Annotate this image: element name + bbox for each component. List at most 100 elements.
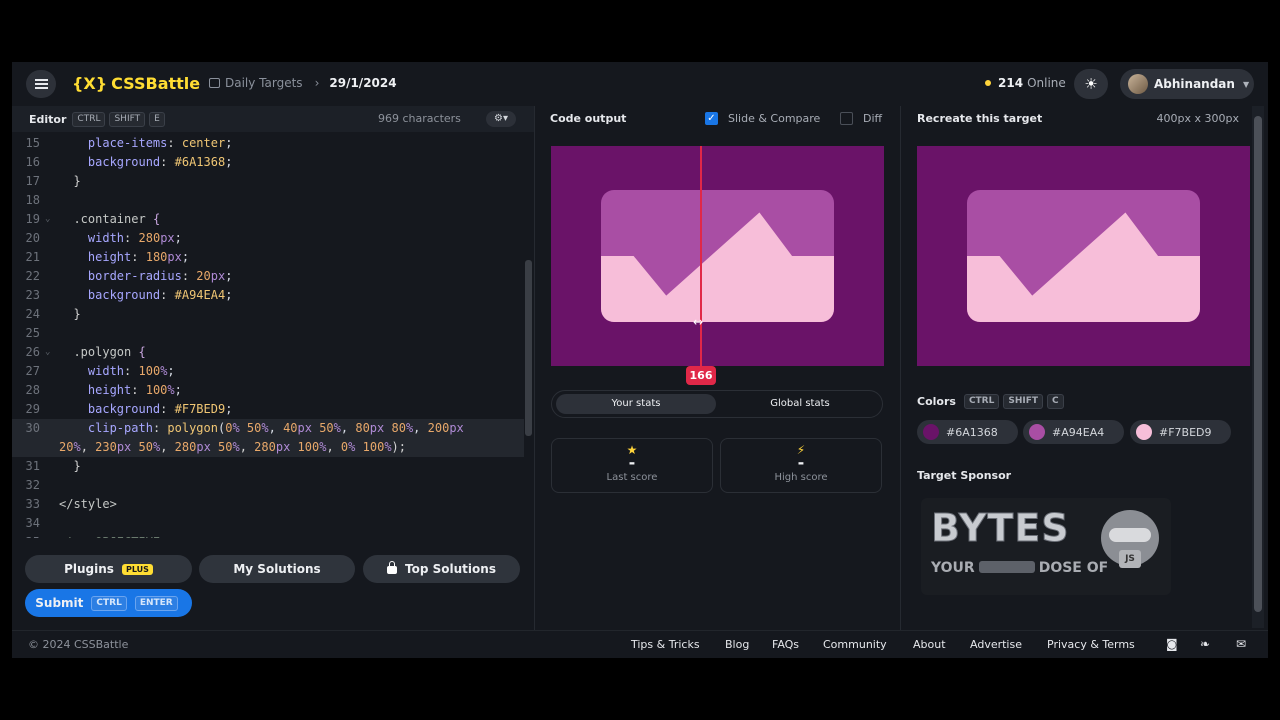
diff-label[interactable]: Diff — [863, 112, 882, 125]
code-text: place-items: center; — [87, 136, 233, 150]
online-count: 214 — [998, 76, 1024, 90]
code-line[interactable]: 19 ⌄ .container { — [12, 210, 524, 229]
panel-divider[interactable] — [534, 106, 535, 630]
line-number: 15 — [25, 136, 40, 150]
code-text: background: #F7BED9; — [87, 402, 233, 416]
color-swatch[interactable]: #6A1368 — [917, 420, 1018, 444]
online-dot-icon — [985, 80, 991, 86]
character-count: 969 characters — [378, 112, 461, 125]
stats-tabs: Your stats Global stats — [551, 390, 883, 418]
code-text: </style> — [59, 497, 117, 511]
code-line[interactable]: 33 </style> — [12, 495, 524, 514]
sponsor-tagline-part: DOSE OF — [1038, 560, 1109, 576]
slide-compare-checkbox[interactable]: ✓ — [705, 112, 718, 125]
code-line[interactable]: 35 <!-- OBJECTIVE --> — [12, 533, 524, 538]
line-number: 21 — [25, 250, 40, 264]
code-line[interactable]: 27 width: 100%; — [12, 362, 524, 381]
code-line[interactable]: 18 — [12, 191, 524, 210]
compare-slider-line[interactable] — [700, 146, 702, 368]
my-solutions-button[interactable]: My Solutions — [199, 555, 355, 583]
color-swatch[interactable]: #F7BED9 — [1130, 420, 1231, 444]
menu-button[interactable] — [26, 70, 56, 98]
line-number: 20 — [25, 231, 40, 245]
line-number: 28 — [25, 383, 40, 397]
code-text: height: 100%; — [87, 383, 182, 397]
code-text: <!-- OBJECTIVE --> — [59, 533, 189, 538]
brand-logo[interactable]: {X} CSSBattle — [72, 74, 200, 93]
color-swatch[interactable]: #A94EA4 — [1023, 420, 1124, 444]
breadcrumb-daily-targets[interactable]: Daily Targets — [225, 76, 303, 90]
code-line[interactable]: 29 background: #F7BED9; — [12, 400, 524, 419]
code-line[interactable]: 16 background: #6A1368; — [12, 153, 524, 172]
submit-button[interactable]: Submit CTRL ENTER — [25, 589, 192, 617]
fold-chevron-icon[interactable]: ⌄ — [45, 210, 50, 229]
top-header: {X} CSSBattle Daily Targets › 29/1/2024 2… — [12, 62, 1268, 106]
code-line[interactable]: 22 border-radius: 20px; — [12, 267, 524, 286]
top-solutions-button[interactable]: Top Solutions — [363, 555, 520, 583]
code-text: width: 280px; — [87, 231, 182, 245]
hamburger-icon — [35, 79, 48, 81]
footer-link-blog[interactable]: Blog — [725, 638, 749, 651]
editor-scrollbar[interactable] — [524, 134, 533, 542]
mail-icon[interactable]: ✉ — [1236, 637, 1246, 651]
code-text-wrapped: 20%, 230px 50%, 280px 50%, 280px 100%, 0… — [59, 440, 406, 454]
line-number: 26 — [25, 345, 40, 359]
tab-global-stats[interactable]: Global stats — [720, 394, 880, 414]
twitter-icon[interactable]: ❧ — [1200, 637, 1210, 651]
resize-cursor-icon: ↔ — [693, 315, 704, 329]
code-line[interactable]: 26 ⌄ .polygon { — [12, 343, 524, 362]
code-text: } — [59, 459, 81, 473]
line-number: 35 — [12, 533, 40, 538]
code-line[interactable]: 15 place-items: center; — [12, 134, 524, 153]
code-line[interactable]: 34 — [12, 514, 524, 533]
code-line[interactable]: 24 } — [12, 305, 524, 324]
panel-divider[interactable] — [900, 106, 901, 630]
last-score-label: Last score — [606, 472, 658, 483]
colors-title: Colors — [917, 395, 956, 408]
footer-link-tips[interactable]: Tips & Tricks — [631, 638, 700, 651]
editor-settings-button[interactable]: ⚙▾ — [486, 111, 516, 127]
line-number: 30 — [25, 421, 40, 435]
code-line[interactable]: 17 } — [12, 172, 524, 191]
color-dot — [923, 424, 939, 440]
line-number: 17 — [25, 174, 40, 188]
footer-link-advertise[interactable]: Advertise — [970, 638, 1022, 651]
page-scrollbar-thumb[interactable] — [1254, 116, 1262, 612]
line-number: 23 — [25, 288, 40, 302]
target-toolbar: Recreate this target 400px x 300px — [901, 106, 1251, 132]
code-line[interactable]: 20 width: 280px; — [12, 229, 524, 248]
code-editor[interactable]: 15 place-items: center; 16 background: #6… — [12, 134, 524, 538]
theme-toggle-button[interactable]: ☀ — [1074, 69, 1108, 99]
output-title: Code output — [550, 112, 627, 125]
tab-your-stats[interactable]: Your stats — [556, 394, 716, 414]
user-menu-button[interactable]: Abhinandan ▼ — [1120, 69, 1254, 99]
hamburger-icon-bar — [35, 87, 48, 89]
sponsor-js-badge: JS — [1119, 550, 1141, 568]
high-score-label: High score — [774, 472, 828, 483]
code-line[interactable]: 31 } — [12, 457, 524, 476]
fold-chevron-icon[interactable]: ⌄ — [45, 343, 50, 362]
line-number: 34 — [25, 516, 40, 530]
code-line[interactable]: 30 clip-path: polygon(0% 50%, 40px 50%, … — [12, 419, 524, 457]
code-line[interactable]: 28 height: 100%; — [12, 381, 524, 400]
code-text: height: 180px; — [87, 250, 190, 264]
avatar — [1128, 74, 1148, 94]
code-line[interactable]: 21 height: 180px; — [12, 248, 524, 267]
footer-link-community[interactable]: Community — [823, 638, 887, 651]
code-line[interactable]: 23 background: #A94EA4; — [12, 286, 524, 305]
code-line[interactable]: 25 — [12, 324, 524, 343]
footer-link-about[interactable]: About — [913, 638, 946, 651]
diff-checkbox[interactable] — [840, 112, 853, 125]
sponsor-banner[interactable]: BYTES YOUR DOSE OF JS — [921, 498, 1171, 595]
page-scrollbar[interactable] — [1252, 106, 1264, 628]
plugins-button[interactable]: Plugins PLUS — [25, 555, 192, 583]
editor-scrollbar-thumb[interactable] — [525, 260, 532, 436]
slide-compare-label[interactable]: Slide & Compare — [728, 112, 820, 125]
footer-link-privacy[interactable]: Privacy & Terms — [1047, 638, 1135, 651]
footer-link-faqs[interactable]: FAQs — [772, 638, 799, 651]
code-line[interactable]: 32 — [12, 476, 524, 495]
high-score-value: - — [797, 453, 805, 472]
code-text: border-radius: 20px; — [87, 269, 233, 283]
discord-icon[interactable]: ◙ — [1166, 637, 1178, 651]
code-output-preview[interactable] — [551, 146, 884, 366]
